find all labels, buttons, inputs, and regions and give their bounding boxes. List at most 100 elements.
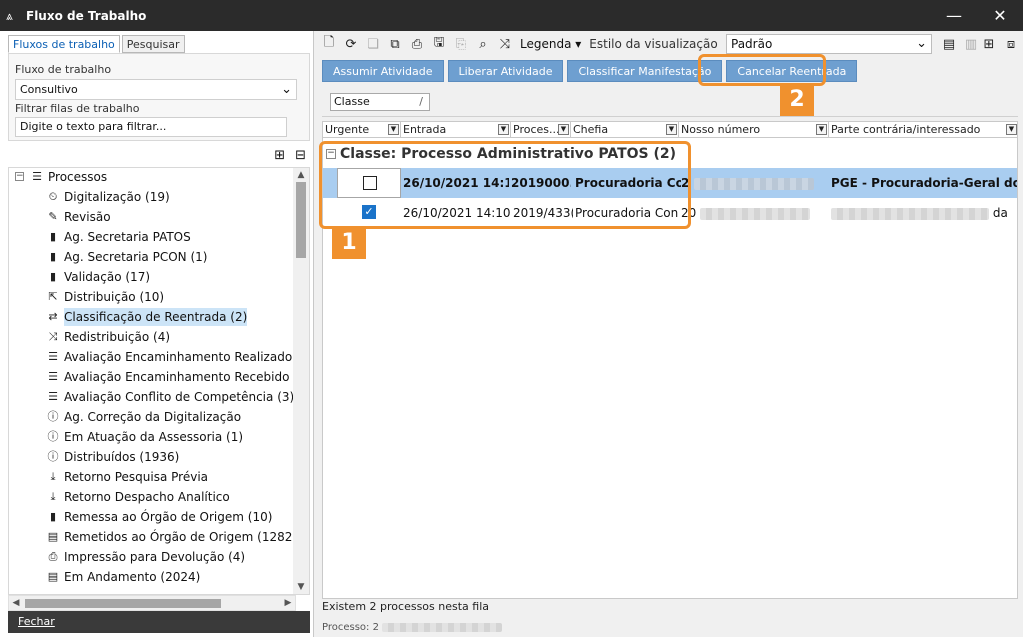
tree-item[interactable]: ▮ Ag. Secretaria PATOS xyxy=(45,228,191,246)
tree-toolbar: ⊞ ⊟ xyxy=(8,145,310,167)
tree-item[interactable]: ▮ Ag. Secretaria PCON (1) xyxy=(45,248,207,266)
tree-item[interactable]: ⤓ Retorno Despacho Analítico xyxy=(45,488,230,506)
filtrar-label: Filtrar filas de trabalho xyxy=(15,102,140,115)
minimize-button[interactable]: — xyxy=(931,0,977,31)
col-entrada[interactable]: Entrada ▼ xyxy=(401,122,511,138)
queue-icon: ⏲ xyxy=(48,190,58,203)
export-icon[interactable]: ⧈ xyxy=(1000,33,1022,55)
tree-item-label: Ag. Correção da Digitalização xyxy=(64,410,242,424)
attach-disabled-icon[interactable]: ⎘ xyxy=(450,33,472,55)
tree-item[interactable]: ⇄ Classificação de Reentrada (2) xyxy=(45,308,248,326)
liberar-atividade-button[interactable]: Liberar Atividade xyxy=(447,60,564,82)
duplicate-icon[interactable]: ⧉ xyxy=(384,33,406,55)
tree-item-label: Avaliação Encaminhamento Realizado (4) xyxy=(64,350,310,364)
scroll-down-icon[interactable]: ▼ xyxy=(293,580,309,594)
queue-icon: ✎ xyxy=(48,210,58,223)
queue-icon: ⓘ xyxy=(47,450,59,463)
filter-dropdown-icon: ▼ xyxy=(666,124,677,135)
queue-icon: ⓘ xyxy=(47,410,59,423)
scrollbar-thumb[interactable] xyxy=(296,182,306,258)
filter-dropdown-icon: ▼ xyxy=(558,124,569,135)
scroll-right-icon[interactable]: ▶ xyxy=(281,596,295,610)
tree-item[interactable]: ☰ Avaliação Conflito de Competência (3) xyxy=(45,388,294,406)
scroll-left-icon[interactable]: ◀ xyxy=(9,596,23,610)
queue-icon: ▮ xyxy=(49,230,57,243)
tree-item-label: Classificação de Reentrada (2) xyxy=(64,308,248,326)
tab-fluxos[interactable]: Fluxos de trabalho xyxy=(8,35,120,53)
tree-item[interactable]: ▮ Validação (17) xyxy=(45,268,150,286)
tree-item[interactable]: ⤨ Redistribuição (4) xyxy=(45,328,170,346)
tree-item[interactable]: ⓘ Distribuídos (1936) xyxy=(45,448,180,466)
tree-item[interactable]: ⓘ Em Atuação da Assessoria (1) xyxy=(45,428,244,446)
print-icon[interactable]: ⎙ xyxy=(406,33,428,55)
scroll-up-icon[interactable]: ▲ xyxy=(293,168,309,182)
tree-item[interactable]: ▤ Remetidos ao Órgão de Origem (1282) xyxy=(45,528,297,546)
tree-item[interactable]: ⓘ Ag. Correção da Digitalização xyxy=(45,408,242,426)
expand-tree-icon[interactable]: ⊞ xyxy=(274,148,285,163)
queue-icon: ▮ xyxy=(49,510,57,523)
filter-dropdown-icon: ▼ xyxy=(388,124,399,135)
chevron-down-icon: ⌄ xyxy=(916,36,927,51)
collapse-tree-icon[interactable]: ⊟ xyxy=(295,148,306,163)
col-nosso-numero[interactable]: Nosso número ▼ xyxy=(679,122,829,138)
filter-dropdown-icon: ▼ xyxy=(816,124,827,135)
col-parte-contraria[interactable]: Parte contrária/interessado ▼ xyxy=(829,122,1017,138)
col-urgente[interactable]: Urgente ▼ xyxy=(323,122,401,138)
toolbar: 🗋 ⟳ ❏ ⧉ ⎙ 🖫 ⎘ ⌕ ⤨ Legenda ▾ Estilo da vi… xyxy=(318,31,1023,57)
tree-item[interactable]: ⤓ Retorno Pesquisa Prévia xyxy=(45,468,208,486)
tab-pesquisar[interactable]: Pesquisar xyxy=(121,35,185,53)
queue-icon: ▤ xyxy=(47,530,59,543)
callout-badge-2: 2 xyxy=(780,84,814,116)
col-processo[interactable]: Proces... ▼ xyxy=(511,122,571,138)
cell-nosso-numero: 20 xyxy=(681,198,829,228)
tree-item-label: Remessa ao Órgão de Origem (10) xyxy=(64,510,273,524)
callout-box-cancelar xyxy=(698,54,826,86)
new-document-icon[interactable]: 🗋 xyxy=(318,33,340,55)
workflow-tree: − ☰ Processos ⏲ Digitalização (19) ✎ Revisã… xyxy=(8,167,310,595)
fechar-button[interactable]: Fechar xyxy=(8,611,310,633)
tree-horizontal-scrollbar[interactable]: ◀ ▶ xyxy=(8,595,296,611)
tree-item[interactable]: ☰ Avaliação Encaminhamento Realizado (4) xyxy=(45,348,310,366)
queue-icon: ⓘ xyxy=(47,430,59,443)
cell-parte: PGE - Procuradoria-Geral do Es xyxy=(831,176,1017,190)
refresh-icon[interactable]: ⟳ xyxy=(340,33,362,55)
assumir-atividade-button[interactable]: Assumir Atividade xyxy=(322,60,444,82)
group-by-bar: Classe / xyxy=(322,87,1018,117)
tree-item-label: Avaliação Conflito de Competência (3) xyxy=(64,390,295,404)
col-chefia[interactable]: Chefia ▼ xyxy=(571,122,679,138)
tree-item-label: Ag. Secretaria PCON (1) xyxy=(64,250,208,264)
queue-icon: ⤓ xyxy=(50,490,56,503)
tree-item-label: Digitalização (19) xyxy=(64,190,170,204)
group-chip-classe[interactable]: Classe / xyxy=(330,93,430,111)
status-text: Existem 2 processos nesta fila xyxy=(322,600,490,613)
fluxo-select[interactable]: Consultivo ⌄ xyxy=(15,79,297,100)
tree-item-label: Validação (17) xyxy=(64,270,151,284)
hscrollbar-thumb[interactable] xyxy=(25,599,221,608)
filter-input[interactable]: Digite o texto para filtrar... xyxy=(15,117,287,137)
tree-vertical-scrollbar[interactable]: ▲ ▼ xyxy=(293,168,309,594)
tree-item[interactable]: ▤ Em Andamento (2024) xyxy=(45,568,201,586)
save-icon[interactable]: 🖫 xyxy=(428,33,450,55)
redacted-text xyxy=(382,622,503,632)
tree-layout-icon[interactable]: ⊞ xyxy=(978,33,1000,55)
copy-disabled-icon[interactable]: ❏ xyxy=(362,33,384,55)
queue-icon: ☰ xyxy=(48,390,58,403)
layout-save-icon[interactable]: ▤ xyxy=(938,33,960,55)
tree-item[interactable]: ⎙ Impressão para Devolução (4) xyxy=(45,548,246,566)
estilo-select[interactable]: Padrão ⌄ xyxy=(726,34,932,54)
search-doc-icon[interactable]: ⌕ xyxy=(472,33,494,55)
tree-collapse-toggle[interactable]: − xyxy=(15,172,24,181)
redacted-text xyxy=(693,177,814,190)
tree-item[interactable]: ▮ Remessa ao Órgão de Origem (10) xyxy=(45,508,272,526)
tree-root[interactable]: ☰ Processos xyxy=(29,168,107,186)
tree-item[interactable]: ⏲ Digitalização (19) xyxy=(45,188,170,206)
tree-item-label: Retorno Despacho Analítico xyxy=(64,490,230,504)
tree-item[interactable]: ⇱ Distribuição (10) xyxy=(45,288,164,306)
tree-item[interactable]: ☰ Avaliação Encaminhamento Recebido (2) xyxy=(45,368,309,386)
close-button[interactable]: ✕ xyxy=(977,0,1023,31)
queue-icon: ⇱ xyxy=(48,290,58,303)
filter-dropdown-icon: ▼ xyxy=(498,124,509,135)
transfer-icon[interactable]: ⤨ xyxy=(494,33,516,55)
tree-item[interactable]: ✎ Revisão xyxy=(45,208,110,226)
legenda-dropdown[interactable]: Legenda ▾ xyxy=(520,37,581,51)
